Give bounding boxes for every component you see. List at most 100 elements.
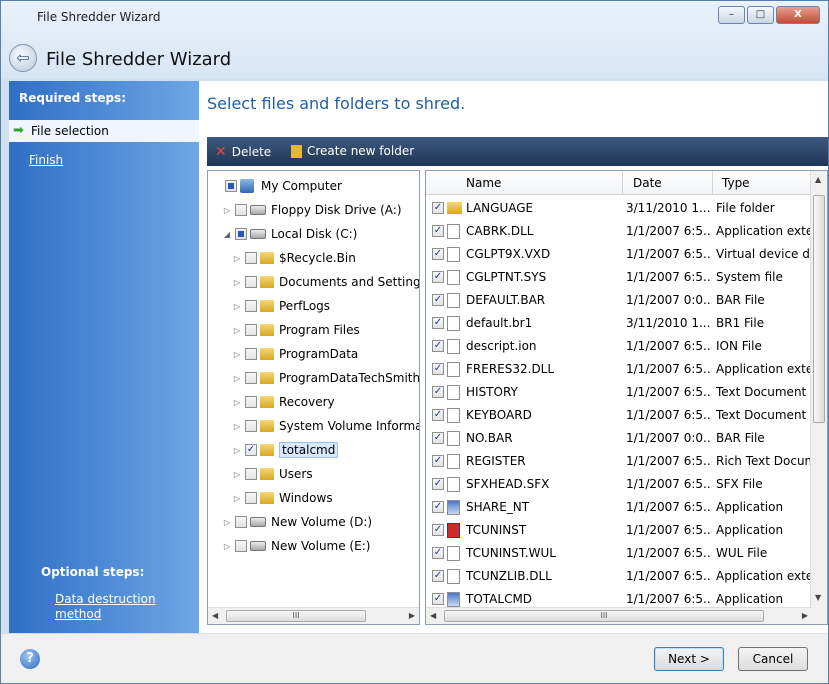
file-checkbox[interactable]: ✓ bbox=[432, 593, 444, 605]
scroll-down-icon[interactable]: ▼ bbox=[815, 593, 821, 602]
file-checkbox[interactable]: ✓ bbox=[432, 340, 444, 352]
file-checkbox[interactable]: ✓ bbox=[432, 478, 444, 490]
file-list[interactable]: Name Date Type ✓ LANGUAGE 3/11/2010 1... Fi… bbox=[425, 170, 828, 625]
table-row[interactable]: ✓ TCUNINST.WUL 1/1/2007 6:5... WUL File bbox=[426, 542, 812, 565]
tree-checkbox[interactable]: ✓ bbox=[245, 444, 257, 456]
tree-checkbox[interactable] bbox=[245, 300, 257, 312]
tree-node[interactable]: My Computer bbox=[212, 175, 342, 197]
expander-icon[interactable]: ▷ bbox=[232, 398, 242, 407]
scroll-thumb[interactable]: III bbox=[226, 610, 366, 622]
table-row[interactable]: ✓ TCUNINST 1/1/2007 6:5... Application bbox=[426, 519, 812, 542]
tree-checkbox[interactable] bbox=[245, 492, 257, 504]
scroll-thumb[interactable]: III bbox=[444, 610, 764, 622]
folder-tree[interactable]: My Computer ▷ Floppy Disk Drive (A:) ◢ Local… bbox=[207, 170, 420, 625]
file-checkbox[interactable]: ✓ bbox=[432, 317, 444, 329]
tree-node[interactable]: ▷ Recovery bbox=[232, 391, 335, 413]
scroll-right-icon[interactable]: ▶ bbox=[802, 611, 808, 620]
table-row[interactable]: ✓ TCUNZLIB.DLL 1/1/2007 6:5... Application … bbox=[426, 565, 812, 588]
table-row[interactable]: ✓ CGLPTNT.SYS 1/1/2007 6:5... System file bbox=[426, 266, 812, 289]
table-row[interactable]: ✓ NO.BAR 1/1/2007 0:0... BAR File bbox=[426, 427, 812, 450]
expander-icon[interactable]: ◢ bbox=[222, 230, 232, 239]
file-checkbox[interactable]: ✓ bbox=[432, 202, 444, 214]
tree-node[interactable]: ▷ Windows bbox=[232, 487, 333, 509]
table-row[interactable]: ✓ default.br1 3/11/2010 1... BR1 File bbox=[426, 312, 812, 335]
file-checkbox[interactable]: ✓ bbox=[432, 225, 444, 237]
tree-checkbox[interactable] bbox=[245, 372, 257, 384]
expander-icon[interactable]: ▷ bbox=[232, 446, 242, 455]
tree-checkbox[interactable] bbox=[235, 540, 247, 552]
expander-icon[interactable]: ▷ bbox=[232, 326, 242, 335]
table-row[interactable]: ✓ FRERES32.DLL 1/1/2007 6:5... Application … bbox=[426, 358, 812, 381]
tree-checkbox[interactable] bbox=[245, 348, 257, 360]
tree-node[interactable]: ▷ PerfLogs bbox=[232, 295, 330, 317]
cancel-button[interactable]: Cancel bbox=[738, 647, 808, 671]
expander-icon[interactable]: ▷ bbox=[232, 422, 242, 431]
next-button[interactable]: Next > bbox=[654, 647, 724, 671]
delete-button[interactable]: ✕ Delete bbox=[215, 144, 271, 160]
tree-checkbox[interactable] bbox=[225, 180, 237, 192]
tree-node[interactable]: ▷ $Recycle.Bin bbox=[232, 247, 356, 269]
file-checkbox[interactable]: ✓ bbox=[432, 432, 444, 444]
expander-icon[interactable]: ▷ bbox=[232, 302, 242, 311]
maximize-button[interactable]: □ bbox=[747, 6, 774, 24]
tree-checkbox[interactable] bbox=[245, 252, 257, 264]
expander-icon[interactable]: ▷ bbox=[222, 206, 232, 215]
expander-icon[interactable]: ▷ bbox=[232, 254, 242, 263]
table-row[interactable]: ✓ CABRK.DLL 1/1/2007 6:5... Application ext… bbox=[426, 220, 812, 243]
file-checkbox[interactable]: ✓ bbox=[432, 501, 444, 513]
scroll-right-icon[interactable]: ▶ bbox=[409, 611, 415, 620]
file-checkbox[interactable]: ✓ bbox=[432, 248, 444, 260]
expander-icon[interactable]: ▷ bbox=[232, 350, 242, 359]
tree-checkbox[interactable] bbox=[245, 276, 257, 288]
table-row[interactable]: ✓ LANGUAGE 3/11/2010 1... File folder bbox=[426, 197, 812, 220]
scroll-left-icon[interactable]: ◀ bbox=[212, 611, 218, 620]
close-button[interactable]: X bbox=[776, 6, 820, 24]
table-row[interactable]: ✓ descript.ion 1/1/2007 6:5... ION File bbox=[426, 335, 812, 358]
table-row[interactable]: ✓ SHARE_NT 1/1/2007 6:5... Application bbox=[426, 496, 812, 519]
file-horizontal-scrollbar[interactable]: ◀ III ▶ bbox=[426, 607, 812, 624]
table-row[interactable]: ✓ REGISTER 1/1/2007 6:5... Rich Text Docume… bbox=[426, 450, 812, 473]
tree-checkbox[interactable] bbox=[235, 204, 247, 216]
minimize-button[interactable]: – bbox=[718, 6, 745, 24]
column-type[interactable]: Type bbox=[722, 176, 750, 190]
tree-node[interactable]: ▷ Program Files bbox=[232, 319, 360, 341]
scroll-up-icon[interactable]: ▲ bbox=[815, 175, 821, 184]
expander-icon[interactable]: ▷ bbox=[222, 518, 232, 527]
tree-node[interactable]: ▷ Documents and Settings bbox=[232, 271, 419, 293]
tree-node[interactable]: ▷ ProgramData bbox=[232, 343, 358, 365]
tree-horizontal-scrollbar[interactable]: ◀ III ▶ bbox=[208, 607, 419, 624]
expander-icon[interactable]: ▷ bbox=[232, 278, 242, 287]
column-date[interactable]: Date bbox=[633, 176, 662, 190]
expander-icon[interactable]: ▷ bbox=[232, 494, 242, 503]
tree-checkbox[interactable] bbox=[245, 324, 257, 336]
file-checkbox[interactable]: ✓ bbox=[432, 570, 444, 582]
tree-node[interactable]: ▷ ProgramDataTechSmith bbox=[232, 367, 419, 389]
file-checkbox[interactable]: ✓ bbox=[432, 547, 444, 559]
tree-checkbox[interactable] bbox=[245, 420, 257, 432]
tree-node[interactable]: ▷ Floppy Disk Drive (A:) bbox=[222, 199, 402, 221]
tree-node[interactable]: ◢ Local Disk (C:) bbox=[222, 223, 357, 245]
sidebar-item-file-selection[interactable]: ➡ File selection bbox=[9, 120, 199, 142]
sidebar-item-finish[interactable]: Finish bbox=[29, 153, 63, 167]
tree-node[interactable]: ▷ ✓ totalcmd bbox=[232, 439, 339, 461]
tree-checkbox[interactable] bbox=[245, 468, 257, 480]
back-arrow-icon[interactable]: ⇦ bbox=[9, 44, 37, 72]
column-name[interactable]: Name bbox=[466, 176, 501, 190]
file-vertical-scrollbar[interactable]: ▲ ▼ bbox=[810, 171, 827, 624]
file-checkbox[interactable]: ✓ bbox=[432, 294, 444, 306]
table-row[interactable]: ✓ DEFAULT.BAR 1/1/2007 0:0... BAR File bbox=[426, 289, 812, 312]
scroll-left-icon[interactable]: ◀ bbox=[430, 611, 436, 620]
create-new-folder-button[interactable]: Create new folder bbox=[291, 144, 414, 158]
expander-icon[interactable]: ▷ bbox=[222, 542, 232, 551]
table-row[interactable]: ✓ KEYBOARD 1/1/2007 6:5... Text Document bbox=[426, 404, 812, 427]
tree-node[interactable]: ▷ System Volume Information bbox=[232, 415, 419, 437]
scroll-thumb[interactable] bbox=[813, 195, 825, 423]
data-destruction-method-link[interactable]: Data destruction method bbox=[55, 592, 185, 622]
file-checkbox[interactable]: ✓ bbox=[432, 524, 444, 536]
tree-checkbox[interactable] bbox=[235, 228, 247, 240]
file-checkbox[interactable]: ✓ bbox=[432, 455, 444, 467]
expander-icon[interactable]: ▷ bbox=[232, 374, 242, 383]
tree-checkbox[interactable] bbox=[235, 516, 247, 528]
expander-icon[interactable]: ▷ bbox=[232, 470, 242, 479]
file-checkbox[interactable]: ✓ bbox=[432, 271, 444, 283]
